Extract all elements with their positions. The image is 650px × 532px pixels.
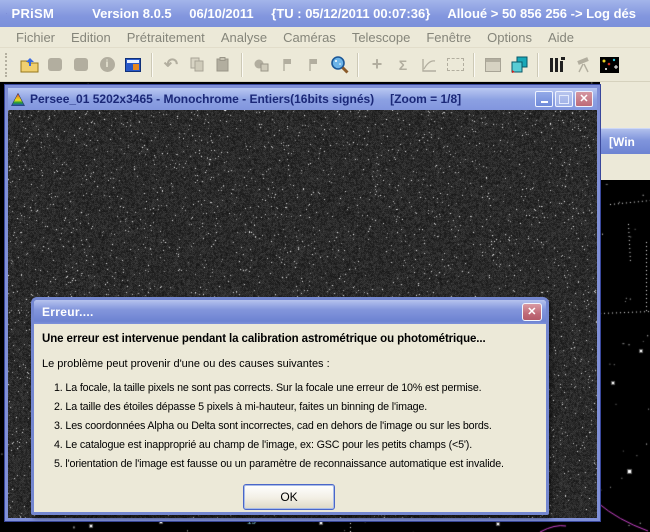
app-memory-status: Alloué > 50 856 256 -> Log dés — [447, 6, 636, 21]
erase-icon — [250, 53, 272, 77]
sum-icon: Σ — [392, 53, 414, 77]
background-window-panel — [600, 82, 650, 128]
close-button[interactable]: ✕ — [575, 91, 593, 107]
menu-item-aide[interactable]: Aide — [540, 30, 582, 45]
menu-item-fenetre[interactable]: Fenêtre — [418, 30, 479, 45]
error-cause-list: 1. La focale, la taille pixels ne sont p… — [42, 379, 536, 474]
background-window-toolbar — [600, 154, 650, 180]
histogram-icon[interactable] — [546, 53, 568, 77]
error-cause-2: 2. La taille des étoiles dépasse 5 pixel… — [42, 398, 536, 417]
new-window-icon[interactable] — [122, 53, 144, 77]
paste-icon — [212, 53, 234, 77]
background-window-titlebar[interactable]: [Win — [600, 128, 650, 154]
undo-icon: ↶ — [160, 53, 182, 77]
error-cause-5: 5. l'orientation de l'image est fausse o… — [42, 455, 536, 474]
crosshair-icon: + — [366, 53, 388, 77]
toolbar-separator — [537, 53, 539, 77]
window-icon — [482, 53, 504, 77]
window-buttons: ✕ — [535, 91, 593, 107]
image-window-titlebar[interactable]: Persee_01 5202x3465 - Monochrome - Entie… — [8, 88, 597, 110]
ok-button[interactable]: OK — [243, 484, 335, 510]
app-titlebar[interactable]: PRiSM Version 8.0.5 06/10/2011 {TU : 05/… — [0, 0, 650, 27]
toolbar-separator — [473, 53, 475, 77]
error-intro: Le problème peut provenir d'une ou des c… — [42, 358, 536, 370]
mdi-workspace: [Win Persee_01 5202x3465 - Monochrome - … — [0, 82, 650, 532]
app-title-info: Version 8.0.5 06/10/2011 {TU : 05/12/201… — [92, 6, 650, 21]
toolbar-drag-handle[interactable] — [5, 53, 10, 77]
open-folder-icon[interactable] — [18, 53, 40, 77]
copy-icon — [186, 53, 208, 77]
menu-item-fichier[interactable]: Fichier — [8, 30, 63, 45]
app-build-date: 06/10/2011 — [189, 6, 253, 21]
toolbar-separator — [357, 53, 359, 77]
menu-item-cameras[interactable]: Caméras — [275, 30, 344, 45]
error-dialog-titlebar[interactable]: Erreur.... ✕ — [34, 300, 546, 324]
save-copy-icon — [70, 53, 92, 77]
zoom-sky-icon[interactable] — [328, 53, 350, 77]
star-map-icon[interactable] — [598, 53, 620, 77]
menu-item-options[interactable]: Options — [479, 30, 540, 45]
menu-item-edition[interactable]: Edition — [63, 30, 119, 45]
menu-item-analyse[interactable]: Analyse — [213, 30, 275, 45]
app-name: PRiSM — [11, 6, 54, 21]
selection-icon — [444, 53, 466, 77]
error-dialog: Erreur.... ✕ Une erreur est intervenue p… — [31, 297, 549, 515]
menu-item-pretraitement[interactable]: Prétraitement — [119, 30, 213, 45]
toolbar-separator — [151, 53, 153, 77]
prism-window-icon — [11, 93, 25, 106]
image-window-zoom-level: [Zoom = 1/8] — [390, 92, 461, 106]
maximize-button — [555, 91, 573, 107]
plot-icon — [418, 53, 440, 77]
error-dialog-body: Une erreur est intervenue pendant la cal… — [34, 324, 546, 510]
save-icon — [44, 53, 66, 77]
cascade-windows-icon[interactable] — [508, 53, 530, 77]
button-row: OK — [42, 484, 536, 510]
toolbar-separator — [241, 53, 243, 77]
image-window-title: Persee_01 5202x3465 - Monochrome - Entie… — [30, 92, 374, 106]
error-cause-4: 4. Le catalogue est inapproprié au champ… — [42, 436, 536, 455]
info-icon: i — [96, 53, 118, 77]
menubar: Fichier Edition Prétraitement Analyse Ca… — [0, 27, 650, 48]
minimize-button[interactable] — [535, 91, 553, 107]
background-window-title: [Win — [609, 135, 635, 149]
prism-app-window: PRiSM Version 8.0.5 06/10/2011 {TU : 05/… — [0, 0, 650, 532]
error-dialog-title: Erreur.... — [42, 305, 94, 319]
app-version: Version 8.0.5 — [92, 6, 172, 21]
app-universal-time: {TU : 05/12/2011 00:07:36} — [271, 6, 430, 21]
error-cause-3: 3. Les coordonnées Alpha ou Delta sont i… — [42, 417, 536, 436]
telescope-icon — [572, 53, 594, 77]
menu-item-telescope[interactable]: Telescope — [344, 30, 419, 45]
toolbar: i ↶ + Σ — [0, 48, 650, 82]
flag-2-icon — [302, 53, 324, 77]
dialog-close-icon[interactable]: ✕ — [522, 303, 542, 321]
error-heading: Une erreur est intervenue pendant la cal… — [42, 333, 536, 345]
error-cause-1: 1. La focale, la taille pixels ne sont p… — [42, 379, 536, 398]
flag-1-icon — [276, 53, 298, 77]
